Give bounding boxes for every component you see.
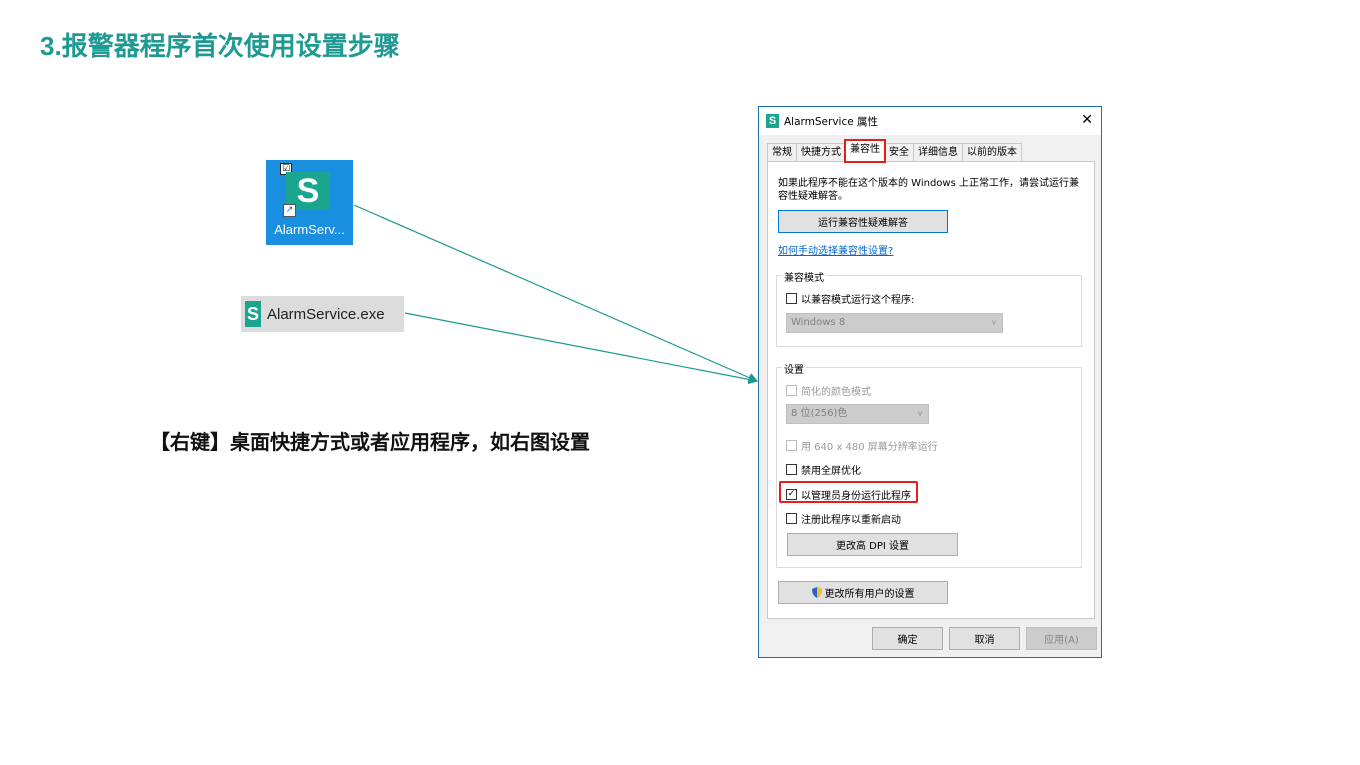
reduced-color-checkbox: 简化的颜色模式: [786, 383, 871, 398]
compat-mode-checkbox-label: 以兼容模式运行这个程序:: [801, 295, 915, 306]
run-as-admin-highlight: [779, 481, 918, 503]
color-depth-select-value: 8 位(256)色: [791, 408, 848, 419]
close-icon[interactable]: ✕: [1081, 112, 1093, 128]
register-restart-label: 注册此程序以重新启动: [801, 515, 901, 526]
change-dpi-button[interactable]: 更改高 DPI 设置: [787, 533, 958, 556]
reduced-color-label: 简化的颜色模式: [801, 387, 871, 398]
compat-mode-group-title: 兼容模式: [782, 269, 826, 284]
tab-strip: 常规 快捷方式 兼容性 安全 详细信息 以前的版本: [767, 139, 1022, 163]
dialog-title: AlarmService 属性: [784, 115, 879, 128]
disable-fullscreen-label: 禁用全屏优化: [801, 466, 861, 477]
compat-mode-group: 兼容模式 以兼容模式运行这个程序: Windows 8 ∨: [776, 269, 1082, 347]
tab-compatibility[interactable]: 兼容性: [844, 139, 886, 163]
color-depth-select: 8 位(256)色 ∨: [786, 404, 929, 424]
change-all-users-label: 更改所有用户的设置: [824, 589, 915, 600]
register-restart-checkbox-box: [786, 513, 797, 524]
compat-mode-checkbox-box: [786, 293, 797, 304]
tab-details[interactable]: 详细信息: [913, 143, 963, 162]
settings-group: 设置 简化的颜色模式 8 位(256)色 ∨ 用 640 x 480 屏幕分辨率…: [776, 361, 1082, 568]
register-restart-checkbox[interactable]: 注册此程序以重新启动: [786, 511, 901, 526]
uac-shield-icon: [811, 587, 822, 598]
ok-button[interactable]: 确定: [872, 627, 943, 650]
dialog-titlebar: S AlarmService 属性 ✕: [759, 107, 1101, 135]
tab-previous-versions[interactable]: 以前的版本: [962, 143, 1022, 162]
instruction-caption: 【右键】桌面快捷方式或者应用程序，如右图设置: [150, 430, 590, 454]
manual-settings-link[interactable]: 如何手动选择兼容性设置?: [778, 242, 893, 257]
connector-arrows: [353, 204, 759, 385]
compat-os-select[interactable]: Windows 8 ∨: [786, 313, 1003, 333]
compat-mode-checkbox[interactable]: 以兼容模式运行这个程序:: [786, 291, 914, 306]
tab-shortcut[interactable]: 快捷方式: [796, 143, 846, 162]
run-troubleshooter-button[interactable]: 运行兼容性疑难解答: [778, 210, 948, 233]
disable-fullscreen-checkbox-box: [786, 464, 797, 475]
chevron-down-icon: ∨: [991, 318, 997, 327]
properties-dialog: S AlarmService 属性 ✕ 常规 快捷方式 兼容性 安全 详细信息 …: [758, 106, 1102, 658]
compat-os-select-value: Windows 8: [791, 317, 846, 328]
chevron-down-icon: ∨: [917, 409, 923, 418]
cancel-button[interactable]: 取消: [949, 627, 1020, 650]
arrow-from-exe: [404, 312, 759, 385]
resolution-640-checkbox: 用 640 x 480 屏幕分辨率运行: [786, 438, 938, 453]
apply-button: 应用(A): [1026, 627, 1097, 650]
disable-fullscreen-checkbox[interactable]: 禁用全屏优化: [786, 462, 861, 477]
compatibility-panel: 如果此程序不能在这个版本的 Windows 上正常工作，请尝试运行兼容性疑难解答…: [767, 161, 1095, 619]
tab-general[interactable]: 常规: [767, 143, 797, 162]
arrow-from-shortcut: [353, 204, 759, 383]
dialog-app-icon: S: [766, 114, 779, 128]
resolution-640-label: 用 640 x 480 屏幕分辨率运行: [801, 442, 938, 453]
reduced-color-checkbox-box: [786, 385, 797, 396]
change-all-users-button[interactable]: 更改所有用户的设置: [778, 581, 948, 604]
settings-group-title: 设置: [782, 361, 806, 376]
compatibility-description: 如果此程序不能在这个版本的 Windows 上正常工作，请尝试运行兼容性疑难解答…: [778, 178, 1079, 202]
tab-security[interactable]: 安全: [884, 143, 914, 162]
resolution-640-checkbox-box: [786, 440, 797, 451]
